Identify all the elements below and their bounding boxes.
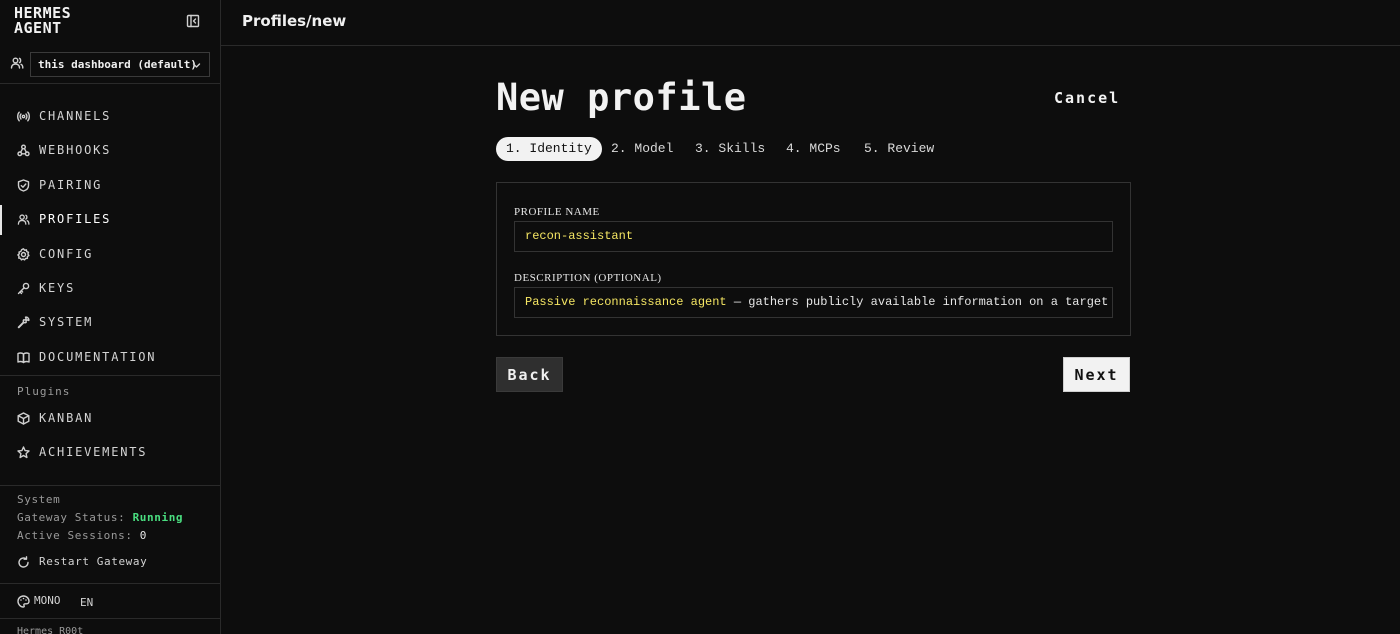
sidebar-item-label: KANBAN [39, 411, 94, 425]
description-value-highlight: Passive reconnaissance agent [525, 295, 727, 309]
step-mcps[interactable]: 4. MCPs [786, 137, 841, 161]
sidebar-divider [0, 375, 220, 376]
step-identity[interactable]: 1. Identity [496, 137, 602, 161]
theme-toggle[interactable]: MONO [34, 594, 61, 607]
sidebar-item-label: CHANNELS [39, 109, 112, 123]
active-sessions-value: 0 [139, 529, 148, 542]
step-model[interactable]: 2. Model [611, 137, 673, 161]
back-button[interactable]: Back [496, 357, 563, 392]
book-icon [17, 351, 30, 364]
page-title: New profile [496, 76, 747, 119]
plugins-section-label: Plugins [17, 385, 71, 398]
description-input[interactable]: Passive reconnaissance agent — gathers p… [514, 287, 1113, 318]
system-heading: System [17, 493, 61, 506]
sidebar-item-label: DOCUMENTATION [39, 350, 157, 364]
profile-name-value: recon-assistant [525, 229, 634, 243]
identity-form: PROFILE NAME recon-assistant DESCRIPTION… [496, 182, 1131, 336]
breadcrumb: Profiles/new [242, 12, 347, 30]
description-label: DESCRIPTION (OPTIONAL) [514, 272, 662, 284]
sidebar-item-label: CONFIG [39, 247, 94, 261]
sidebar-toggle-icon [186, 14, 200, 28]
sidebar-item-label: WEBHOOKS [39, 143, 112, 157]
shield-check-icon [17, 179, 30, 192]
refresh-icon [17, 556, 30, 569]
key-icon [17, 282, 30, 295]
sidebar-item-documentation[interactable]: DOCUMENTATION [0, 343, 220, 373]
profile-select[interactable]: this dashboard (default) [30, 52, 210, 77]
sidebar-item-channels[interactable]: CHANNELS [0, 102, 220, 132]
sidebar-item-label: PAIRING [39, 178, 103, 192]
sidebar: HERMES AGENT this dashboard (default) CH… [0, 0, 221, 634]
gear-icon [17, 248, 30, 261]
profile-select-value: this dashboard (default) [38, 58, 197, 71]
next-button[interactable]: Next [1063, 357, 1130, 392]
restart-gateway-button[interactable]: Restart Gateway [0, 552, 220, 574]
step-skills[interactable]: 3. Skills [695, 137, 765, 161]
sidebar-footer: MONO EN [0, 583, 220, 619]
sidebar-item-label: KEYS [39, 281, 76, 295]
active-sessions-row: Active Sessions: 0 [17, 527, 183, 545]
profile-name-label: PROFILE NAME [514, 206, 600, 218]
broadcast-icon [17, 110, 30, 123]
chevron-down-icon [192, 61, 201, 70]
cancel-button[interactable]: Cancel [1054, 89, 1120, 107]
palette-icon [17, 595, 30, 608]
sidebar-item-kanban[interactable]: KANBAN [0, 404, 220, 434]
brand-logo: HERMES AGENT [14, 6, 71, 36]
sidebar-item-label: ACHIEVEMENTS [39, 445, 148, 459]
top-bar: Profiles/new [221, 0, 1400, 46]
profile-switcher-row: this dashboard (default) [0, 46, 220, 84]
box-icon [17, 412, 30, 425]
sidebar-item-achievements[interactable]: ACHIEVEMENTS [0, 438, 220, 468]
gateway-status-value: Running [132, 511, 184, 524]
language-toggle[interactable]: EN [80, 596, 93, 609]
star-icon [17, 446, 30, 459]
app-root: HERMES AGENT this dashboard (default) CH… [0, 0, 1400, 634]
sidebar-item-label: PROFILES [39, 212, 112, 226]
sidebar-item-system[interactable]: SYSTEM [0, 308, 220, 338]
description-value-rest: — gathers publicly available information… [726, 295, 1109, 309]
sidebar-item-label: SYSTEM [39, 315, 94, 329]
restart-gateway-label: Restart Gateway [39, 555, 148, 568]
gateway-status-label: Gateway Status: [17, 511, 126, 524]
user-name: Hermes R00t [17, 626, 84, 634]
sidebar-item-pairing[interactable]: PAIRING [0, 171, 220, 201]
sidebar-item-profiles[interactable]: PROFILES [0, 205, 220, 235]
profile-name-input[interactable]: recon-assistant [514, 221, 1113, 252]
sidebar-divider [0, 485, 220, 486]
users-icon [17, 213, 30, 226]
step-review[interactable]: 5. Review [864, 137, 934, 161]
webhook-icon [17, 144, 30, 157]
sidebar-item-config[interactable]: CONFIG [0, 240, 220, 270]
brand-line-2: AGENT [14, 19, 62, 37]
users-icon [10, 56, 24, 70]
wrench-icon [17, 316, 30, 329]
system-status: System Gateway Status: Running Active Se… [17, 491, 183, 545]
sidebar-item-keys[interactable]: KEYS [0, 274, 220, 304]
active-sessions-label: Active Sessions: [17, 529, 133, 542]
sidebar-item-webhooks[interactable]: WEBHOOKS [0, 136, 220, 166]
gateway-status-row: Gateway Status: Running [17, 509, 183, 527]
collapse-sidebar-button[interactable] [186, 14, 200, 28]
